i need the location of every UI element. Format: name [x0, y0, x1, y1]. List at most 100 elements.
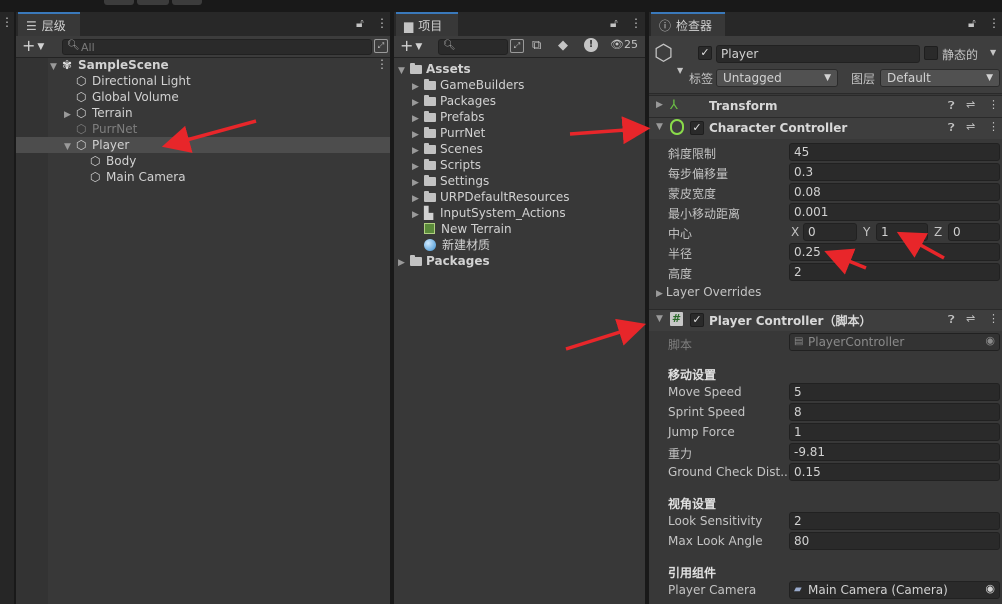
- expand-arrow-icon[interactable]: ▼: [64, 139, 76, 155]
- radius-field[interactable]: 0.25: [789, 243, 1000, 261]
- filter-by-label-icon[interactable]: ◆: [558, 38, 568, 53]
- project-item-packages-root[interactable]: ▶ Packages: [398, 253, 490, 269]
- jump-force-field[interactable]: 1: [789, 423, 1000, 441]
- hierarchy-item-player[interactable]: ▼ ⬡ Player: [16, 137, 390, 153]
- height-field[interactable]: 2: [789, 263, 1000, 281]
- gameobject-cube-icon: ⬡: [90, 170, 101, 184]
- more-icon[interactable]: ⋮: [988, 120, 999, 133]
- expand-arrow-icon[interactable]: ▼: [656, 314, 663, 324]
- tab-inspector[interactable]: ⓘ 检查器: [651, 12, 725, 36]
- toolbar-button[interactable]: [172, 0, 202, 5]
- center-y-field[interactable]: 1: [876, 223, 928, 241]
- gravity-field[interactable]: -9.81: [789, 443, 1000, 461]
- add-button[interactable]: + ▼: [400, 37, 422, 56]
- search-options-icon[interactable]: ⤢: [510, 39, 524, 53]
- project-item-scenes[interactable]: ▶ Scenes: [412, 141, 483, 157]
- reference-components-heading: 引用组件: [668, 566, 717, 580]
- expand-arrow-icon[interactable]: ▼: [50, 59, 62, 75]
- presets-icon[interactable]: ⇌: [966, 120, 975, 133]
- hierarchy-item-main-camera[interactable]: ⬡ Main Camera: [78, 169, 186, 185]
- active-checkbox[interactable]: ✓: [698, 46, 712, 60]
- look-sensitivity-field[interactable]: 2: [789, 512, 1000, 530]
- chevron-down-icon[interactable]: ▼: [677, 66, 683, 75]
- presets-icon[interactable]: ⇌: [966, 312, 975, 325]
- object-picker-icon[interactable]: ◉: [985, 582, 995, 596]
- object-picker-icon[interactable]: ◉: [985, 334, 995, 348]
- toolbar-button[interactable]: [137, 0, 169, 5]
- project-item-settings[interactable]: ▶ Settings: [412, 173, 489, 189]
- project-item-new-material[interactable]: 新建材质: [424, 237, 490, 253]
- hierarchy-search-input[interactable]: 🔍︎ All: [62, 39, 372, 55]
- help-icon[interactable]: ❓︎: [948, 99, 955, 113]
- hierarchy-item-body[interactable]: ⬡ Body: [78, 153, 136, 169]
- visibility-toggle[interactable]: 👁︎25: [610, 38, 638, 51]
- gameobject-cube-icon: ⬡: [76, 90, 87, 104]
- toolbar-button[interactable]: [104, 0, 134, 5]
- object-name-input[interactable]: Player: [716, 45, 920, 63]
- max-look-angle-field[interactable]: 80: [789, 532, 1000, 550]
- tab-project[interactable]: ▆ 项目: [396, 12, 458, 36]
- hierarchy-item-terrain[interactable]: ▶ ⬡ Terrain: [64, 105, 133, 121]
- project-search-input[interactable]: 🔍︎: [438, 39, 508, 55]
- more-icon[interactable]: ⋮: [1, 15, 13, 29]
- project-item-assets[interactable]: ▼ Assets: [398, 61, 471, 77]
- player-camera-field[interactable]: ▰ Main Camera (Camera) ◉: [789, 581, 1000, 599]
- script-reference-field[interactable]: ▤ PlayerController ◉: [789, 333, 1000, 351]
- info-circle-icon: ⓘ: [659, 19, 672, 33]
- center-z-field[interactable]: 0: [948, 223, 1000, 241]
- more-icon[interactable]: ⋮: [630, 16, 642, 30]
- hierarchy-item-samplescene[interactable]: ▼ ✾ SampleScene: [50, 57, 390, 73]
- layer-overrides-foldout[interactable]: ▶ Layer Overrides: [656, 285, 761, 299]
- min-move-distance-field[interactable]: 0.001: [789, 203, 1000, 221]
- lock-icon[interactable]: 🔓︎: [356, 16, 364, 31]
- more-icon[interactable]: ⋮: [376, 57, 388, 71]
- center-x-field[interactable]: 0: [803, 223, 857, 241]
- info-icon[interactable]: !: [584, 38, 598, 52]
- player-controller-title: Player Controller（脚本）: [709, 314, 872, 328]
- tag-dropdown[interactable]: Untagged ▼: [716, 69, 838, 87]
- tab-hierarchy[interactable]: ☰ 层级: [18, 12, 80, 36]
- more-icon[interactable]: ⋮: [988, 16, 1000, 30]
- project-item-packages[interactable]: ▶ Packages: [412, 93, 496, 109]
- static-checkbox[interactable]: [924, 46, 938, 60]
- hierarchy-item-directional-light[interactable]: ⬡ Directional Light: [64, 73, 191, 89]
- gameobject-cube-icon: ⬡: [90, 154, 101, 168]
- step-offset-field[interactable]: 0.3: [789, 163, 1000, 181]
- sprint-speed-field[interactable]: 8: [789, 403, 1000, 421]
- lock-icon[interactable]: 🔓︎: [610, 16, 618, 31]
- project-item-urpdefaultresources[interactable]: ▶ URPDefaultResources: [412, 189, 570, 205]
- player-controller-enabled-checkbox[interactable]: ✓: [690, 313, 704, 327]
- move-speed-field[interactable]: 5: [789, 383, 1000, 401]
- max-look-angle-label: Max Look Angle: [668, 534, 763, 548]
- expand-arrow-icon[interactable]: ▶: [656, 100, 663, 110]
- character-controller-enabled-checkbox[interactable]: ✓: [690, 121, 704, 135]
- ground-check-distance-field[interactable]: 0.15: [789, 463, 1000, 481]
- more-icon[interactable]: ⋮: [376, 16, 388, 30]
- lock-icon[interactable]: 🔓︎: [968, 16, 976, 31]
- more-icon[interactable]: ⋮: [988, 312, 999, 325]
- project-item-inputsystem-actions[interactable]: ▶ ▙ InputSystem_Actions: [412, 205, 566, 221]
- add-button[interactable]: + ▼: [22, 37, 44, 56]
- chevron-down-icon[interactable]: ▼: [990, 48, 996, 57]
- more-icon[interactable]: ⋮: [988, 98, 999, 111]
- hierarchy-item-global-volume[interactable]: ⬡ Global Volume: [64, 89, 179, 105]
- project-item-prefabs[interactable]: ▶ Prefabs: [412, 109, 485, 125]
- expand-arrow-icon[interactable]: ▼: [656, 122, 663, 132]
- transform-title: Transform: [709, 99, 778, 113]
- help-icon[interactable]: ❓︎: [948, 121, 955, 135]
- folder-icon: [424, 159, 436, 170]
- folder-icon: [424, 95, 436, 106]
- project-item-gamebuilders[interactable]: ▶ GameBuilders: [412, 77, 524, 93]
- filter-by-type-icon[interactable]: ⧉: [532, 38, 541, 53]
- project-item-scripts[interactable]: ▶ Scripts: [412, 157, 481, 173]
- skin-width-field[interactable]: 0.08: [789, 183, 1000, 201]
- presets-icon[interactable]: ⇌: [966, 98, 975, 111]
- slope-limit-field[interactable]: 45: [789, 143, 1000, 161]
- search-options-icon[interactable]: ⤢: [374, 39, 388, 53]
- help-icon[interactable]: ❓︎: [948, 313, 955, 327]
- hierarchy-item-purrnet[interactable]: ⬡ PurrNet: [64, 121, 137, 137]
- layer-dropdown[interactable]: Default ▼: [880, 69, 1000, 87]
- project-item-new-terrain[interactable]: New Terrain: [424, 221, 512, 237]
- project-item-purrnet[interactable]: ▶ PurrNet: [412, 125, 485, 141]
- csharp-script-icon: #: [670, 312, 683, 326]
